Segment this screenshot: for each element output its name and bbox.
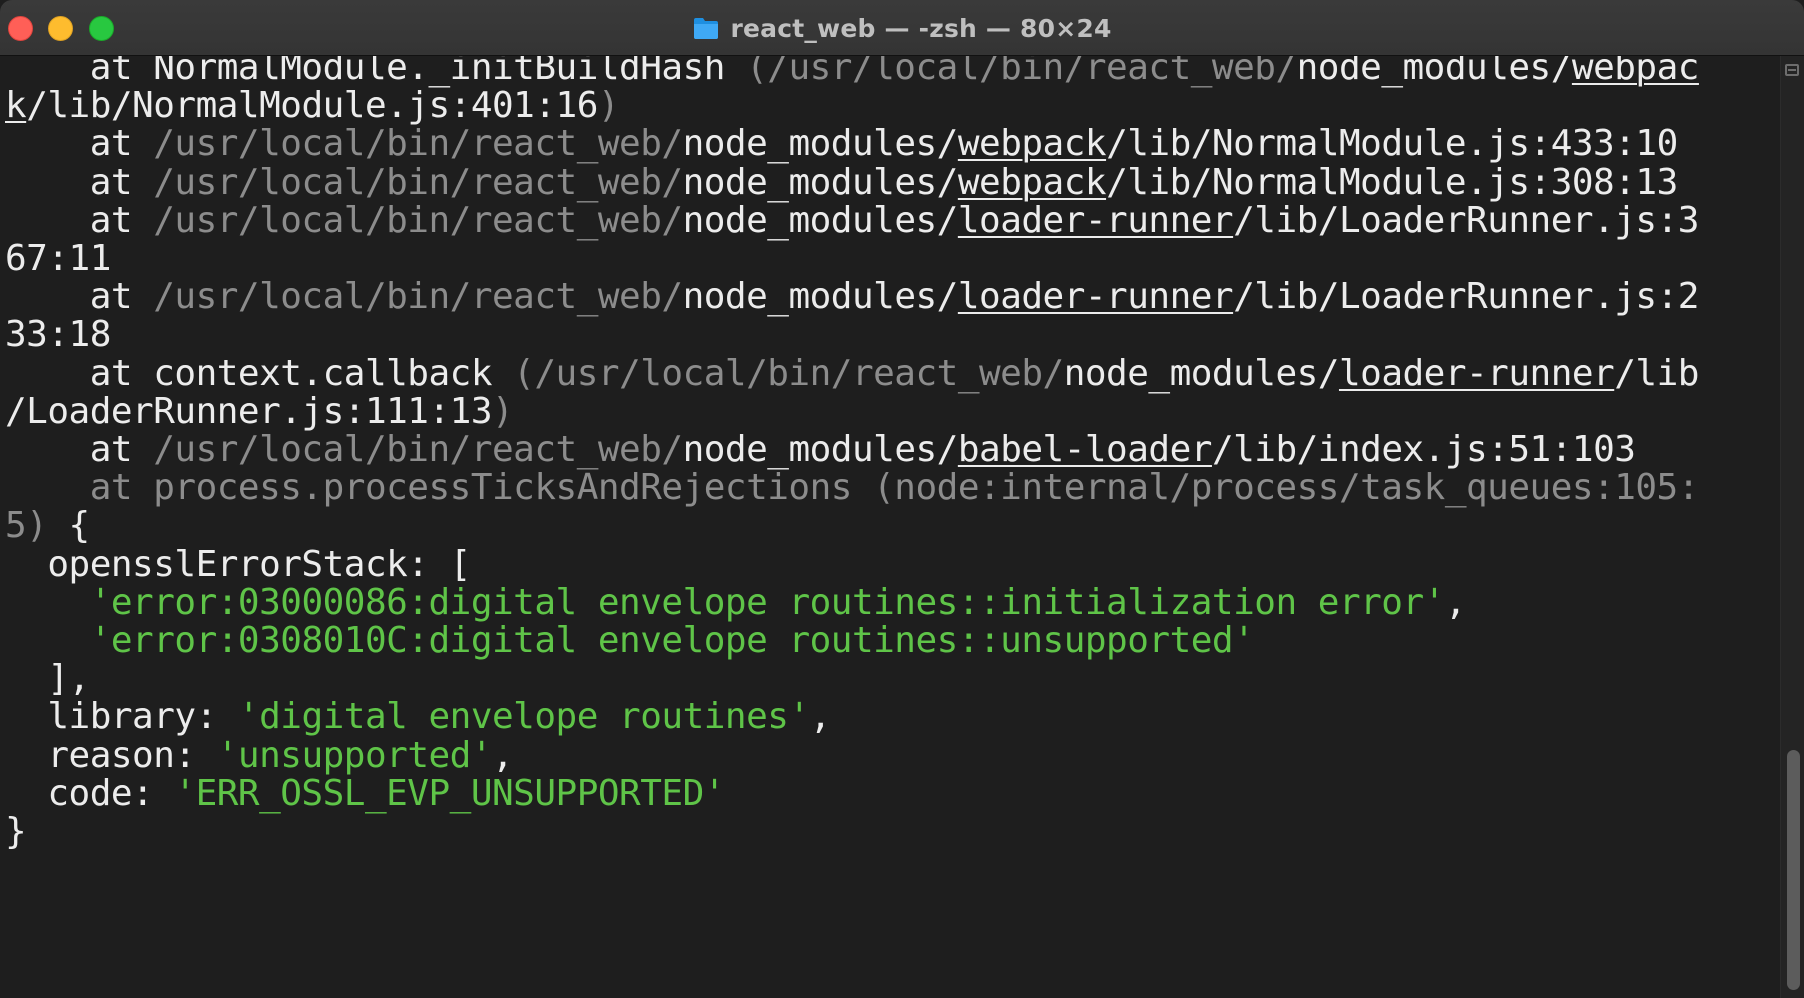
terminal-text: node_modules/ (682, 161, 959, 203)
terminal-text: code: (5, 772, 175, 814)
terminal-text: node_modules/ (682, 276, 959, 318)
terminal-text: library: (5, 696, 238, 738)
terminal-text: /lib/NormalModule.js:308:13 (1106, 161, 1678, 203)
terminal-text: ], (5, 658, 90, 700)
terminal-line: 'error:0308010C:digital envelope routine… (5, 619, 1255, 663)
terminal-text: at process.processTicksAndRejections (no… (5, 467, 1700, 509)
terminal-text: ) (597, 85, 620, 127)
window-title: react_web — -zsh — 80×24 (730, 13, 1112, 43)
terminal-text: /lib/LoaderRunner.js:2 (1233, 276, 1699, 318)
title-bar[interactable]: react_web — -zsh — 80×24 (0, 0, 1804, 56)
terminal-text: 67:11 (5, 238, 111, 279)
terminal-text: , (809, 696, 832, 738)
terminal-text: reason: (5, 734, 217, 776)
terminal-text: /usr/local/bin/react_web/ (153, 123, 683, 165)
scrollbar-thumb[interactable] (1787, 750, 1800, 990)
terminal-text: /usr/local/bin/react_web/ (153, 161, 683, 203)
terminal-text: /lib (1614, 352, 1699, 394)
terminal-text: 5) (5, 505, 48, 547)
terminal-text: (/usr/local/bin/react_web/ (746, 56, 1297, 88)
module-name: k (5, 85, 27, 127)
terminal-line: at process.processTicksAndRejections (no… (5, 466, 1700, 510)
string-literal: 'digital envelope routines' (237, 696, 810, 738)
terminal-line: } (5, 810, 27, 854)
terminal-text: (/usr/local/bin/react_web/ (513, 352, 1064, 394)
module-name: loader-runner (957, 199, 1234, 241)
string-literal: 'unsupported' (216, 734, 493, 776)
string-literal: 'error:03000086:digital envelope routine… (89, 581, 1446, 623)
module-name: loader-runner (957, 276, 1234, 318)
terminal-text: node_modules/ (682, 429, 959, 470)
string-literal: 'ERR_OSSL_EVP_UNSUPPORTED' (174, 772, 725, 814)
terminal-text: /usr/local/bin/react_web/ (153, 429, 683, 470)
terminal-text: at (5, 429, 154, 470)
terminal-text: , (492, 734, 514, 776)
terminal-text: , (1444, 581, 1467, 623)
module-name: webpack (957, 123, 1107, 165)
string-literal: 'error:0308010C:digital envelope routine… (89, 620, 1255, 661)
terminal-output[interactable]: at NormalModule._initBuildHash (/usr/loc… (0, 56, 1780, 998)
module-name: loader-runner (1338, 352, 1615, 394)
terminal-text: /lib/index.js:51:103 (1211, 429, 1636, 470)
module-name: babel-loader (957, 429, 1213, 470)
terminal-line: at /usr/local/bin/react_web/node_modules… (5, 275, 1700, 319)
terminal-text: } (5, 811, 27, 852)
terminal-text: at NormalModule._initBuildHash (5, 56, 747, 88)
terminal-text: { (47, 505, 91, 547)
terminal-text: at (5, 123, 154, 165)
terminal-text: 33:18 (5, 314, 111, 356)
folder-icon (694, 18, 719, 39)
terminal-text: /usr/local/bin/react_web/ (153, 276, 683, 318)
terminal-text: ) (492, 390, 514, 432)
terminal-text: /usr/local/bin/react_web/ (153, 199, 683, 241)
terminal-text: node_modules/ (1063, 352, 1340, 394)
module-name: webpac (1571, 56, 1700, 88)
terminal-text: at (5, 199, 154, 241)
window-title-group: react_web — -zsh — 80×24 (0, 0, 1804, 56)
module-name: webpack (957, 161, 1107, 203)
marks-icon[interactable] (1785, 64, 1799, 76)
terminal-window: react_web — -zsh — 80×24 at NormalModule… (0, 0, 1804, 998)
terminal-line: code: 'ERR_OSSL_EVP_UNSUPPORTED' (5, 772, 725, 816)
terminal-text: /lib/NormalModule.js:433:10 (1106, 123, 1678, 165)
terminal-text: at (5, 161, 154, 203)
terminal-text: node_modules/ (682, 123, 959, 165)
terminal-text: at (5, 276, 154, 318)
terminal-text: at context.callback (5, 352, 514, 394)
terminal-line: at /usr/local/bin/react_web/node_modules… (5, 199, 1700, 243)
terminal-text: opensslErrorStack: [ (5, 543, 471, 585)
terminal-text: /lib/NormalModule.js:401:16 (26, 85, 598, 127)
terminal-text: /LoaderRunner.js:111:13 (5, 390, 493, 432)
terminal-text: node_modules/ (1296, 56, 1573, 88)
terminal-text: /lib/LoaderRunner.js:3 (1233, 199, 1699, 241)
terminal-text: node_modules/ (682, 199, 959, 241)
